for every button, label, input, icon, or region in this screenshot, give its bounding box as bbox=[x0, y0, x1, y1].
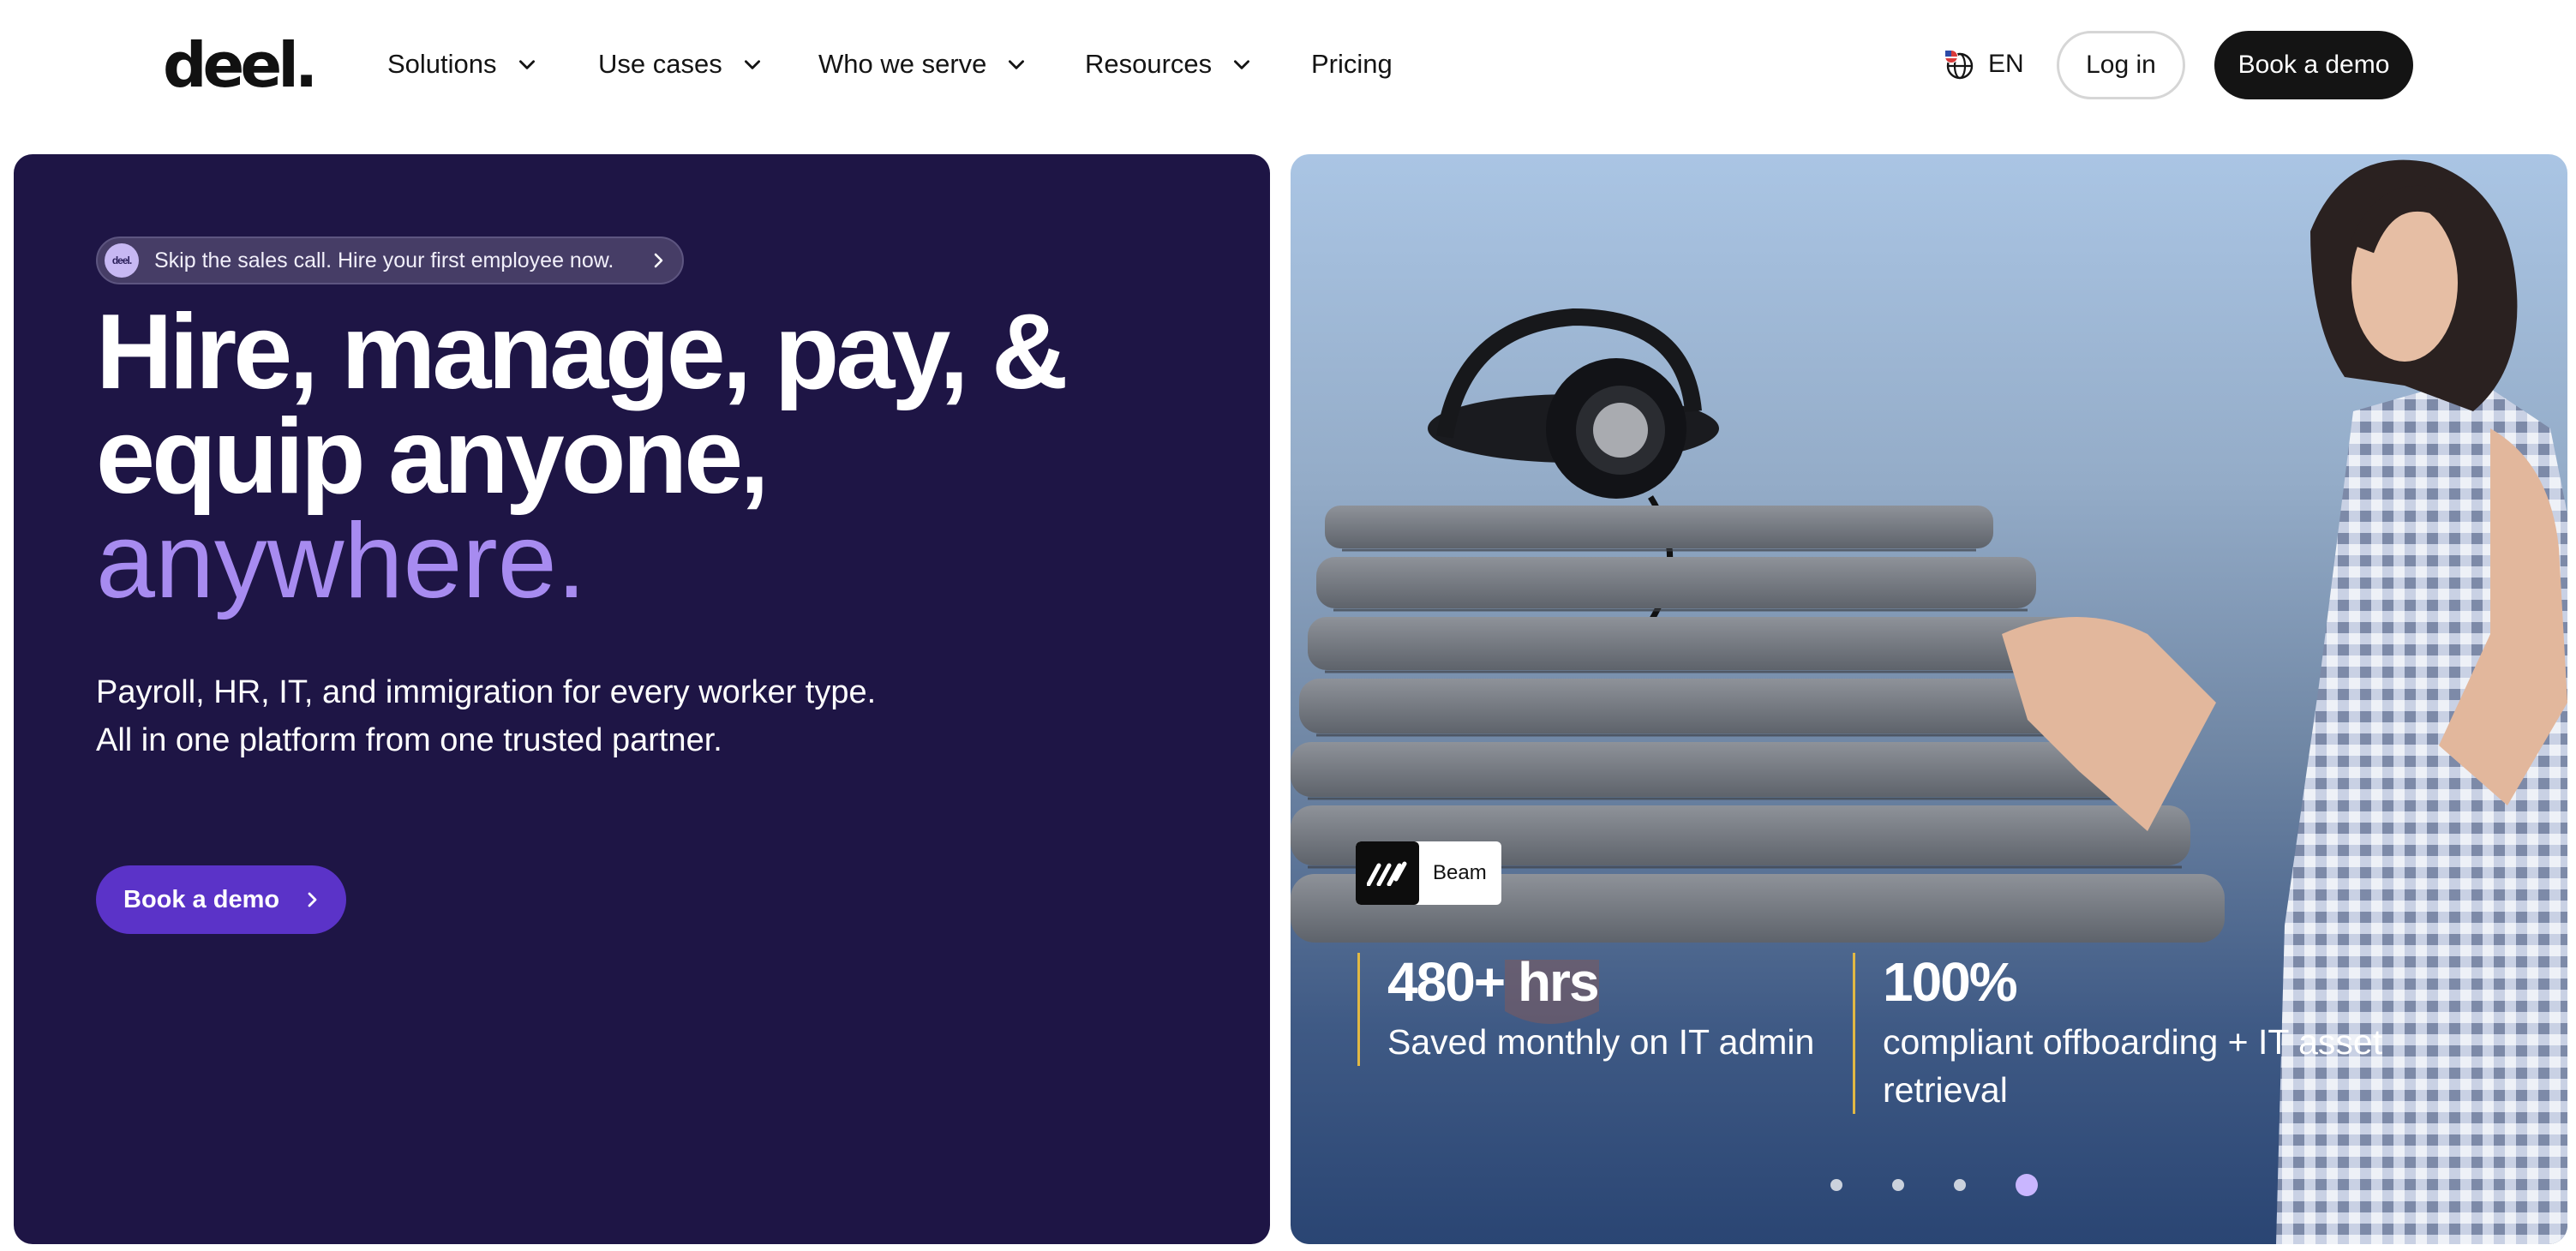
subtitle-line: All in one platform from one trusted par… bbox=[96, 722, 722, 758]
chevron-down-icon bbox=[1009, 60, 1025, 69]
chevron-down-icon bbox=[744, 60, 760, 69]
stat-block: 100% compliant offboarding + IT asset re… bbox=[1853, 953, 2470, 1114]
nav-item-resources[interactable]: Resources bbox=[1085, 45, 1253, 84]
language-selector[interactable]: EN bbox=[1942, 43, 2024, 86]
stat-label: Saved monthly on IT admin bbox=[1387, 1022, 1815, 1062]
nav-item-label: Use cases bbox=[598, 49, 722, 79]
button-label: Book a demo bbox=[123, 885, 280, 913]
hero-panel: deel. Skip the sales call. Hire your fir… bbox=[14, 154, 1270, 1244]
nav-item-label: Pricing bbox=[1311, 49, 1393, 79]
deel-badge-icon: deel. bbox=[105, 243, 139, 278]
chevron-right-icon bbox=[308, 892, 317, 907]
customer-name: Beam bbox=[1433, 861, 1487, 884]
headline-line: equip anyone, bbox=[96, 398, 770, 516]
chevron-right-icon bbox=[654, 253, 663, 268]
customer-showcase: Beam 480+ hrs Saved monthly on IT admin … bbox=[1291, 154, 2567, 1244]
language-label: EN bbox=[1988, 50, 2024, 78]
nav-item-label: Resources bbox=[1085, 49, 1213, 79]
stat-label: compliant offboarding + IT asset retriev… bbox=[1883, 1022, 2383, 1110]
chevron-down-icon bbox=[518, 60, 535, 69]
globe-flag-icon bbox=[1944, 50, 1974, 80]
login-button[interactable]: Log in bbox=[2057, 31, 2185, 99]
carousel-dot[interactable] bbox=[1830, 1179, 1842, 1191]
top-navigation: deel. Solutions Use cases Who we serve R… bbox=[0, 0, 2576, 129]
book-demo-button[interactable]: Book a demo bbox=[2214, 31, 2413, 99]
subtitle-line: Payroll, HR, IT, and immigration for eve… bbox=[96, 674, 877, 710]
nav-item-label: Solutions bbox=[387, 49, 497, 79]
nav-item-solutions[interactable]: Solutions bbox=[387, 45, 538, 84]
beam-stripes-icon bbox=[1367, 861, 1407, 886]
nav-item-pricing[interactable]: Pricing bbox=[1311, 45, 1393, 84]
chevron-down-icon bbox=[1234, 60, 1250, 69]
hero-headline: Hire, manage, pay, & equip anyone, anywh… bbox=[96, 293, 1124, 620]
promo-text: Skip the sales call. Hire your first emp… bbox=[154, 248, 614, 272]
nav-item-label: Who we serve bbox=[818, 49, 987, 79]
stat-value: 480+ hrs bbox=[1387, 951, 1600, 1013]
promo-banner[interactable]: deel. Skip the sales call. Hire your fir… bbox=[96, 236, 684, 284]
hero-book-demo-button[interactable]: Book a demo bbox=[96, 865, 346, 934]
headline-accent: anywhere. bbox=[96, 502, 587, 620]
nav-item-who-we-serve[interactable]: Who we serve bbox=[818, 45, 1027, 84]
carousel-dot[interactable] bbox=[2016, 1174, 2038, 1196]
carousel-dot[interactable] bbox=[1892, 1179, 1904, 1191]
nav-item-use-cases[interactable]: Use cases bbox=[598, 45, 764, 84]
carousel-pagination bbox=[1830, 1174, 2038, 1196]
deel-logo[interactable]: deel. bbox=[163, 31, 318, 99]
carousel-dot[interactable] bbox=[1954, 1179, 1966, 1191]
stat-block: 480+ hrs Saved monthly on IT admin bbox=[1357, 953, 1837, 1066]
hero-subtitle: Payroll, HR, IT, and immigration for eve… bbox=[96, 668, 1039, 764]
customer-logo-badge: Beam bbox=[1356, 841, 1501, 905]
stat-value: 100% bbox=[1883, 951, 2018, 1013]
beam-logo-icon bbox=[1356, 841, 1419, 905]
headline-line: Hire, manage, pay, & bbox=[96, 293, 1069, 411]
